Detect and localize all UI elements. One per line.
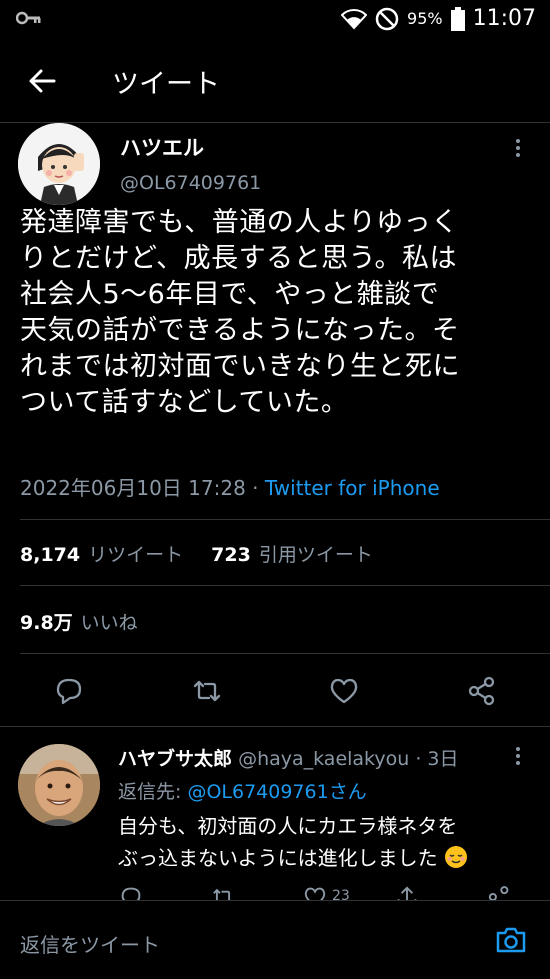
author-name[interactable]: ハツエル — [120, 132, 204, 162]
retweet-icon[interactable] — [190, 674, 224, 708]
reply-header: ハヤブサ太郎 @haya_kaelakyou · 3日 — [118, 744, 459, 771]
status-bar: 95% 11:07 — [0, 0, 550, 40]
reply-icon[interactable] — [52, 674, 86, 708]
wifi-icon — [341, 8, 368, 29]
key-icon — [16, 11, 41, 25]
tweet-source-link[interactable]: Twitter for iPhone — [265, 476, 440, 500]
back-arrow-icon[interactable] — [26, 64, 60, 98]
divider — [20, 653, 550, 654]
page-title: ツイート — [112, 69, 220, 100]
separator-dot: · — [252, 476, 259, 500]
camera-icon[interactable] — [494, 923, 528, 957]
reply-input-placeholder[interactable]: 返信をツイート — [20, 929, 160, 958]
tweet-actions — [0, 668, 550, 714]
more-options-icon[interactable] — [516, 136, 522, 160]
tweet-meta: 2022年06月10日 17:28 · Twitter for iPhone — [20, 472, 440, 501]
like-icon[interactable] — [327, 674, 361, 708]
reply-time: · 3日 — [415, 748, 459, 770]
divider — [0, 726, 550, 727]
reply-avatar[interactable] — [18, 744, 100, 826]
do-not-disturb-icon — [375, 7, 399, 30]
battery-percent: 95% — [407, 9, 443, 28]
clock: 11:07 — [472, 6, 536, 31]
divider — [20, 585, 550, 586]
reply-author-name[interactable]: ハヤブサ太郎 — [118, 748, 232, 770]
reply-to-mention[interactable]: @OL67409761さん — [187, 781, 366, 803]
relieved-face-emoji-icon — [444, 846, 467, 868]
reply-text: 自分も、初対面の人にカエラ様ネタを ぶっ込まないようには進化しました — [118, 810, 528, 874]
tweet-date: 2022年06月10日 17:28 — [20, 476, 246, 500]
like-stats[interactable]: 9.8万 いいね — [20, 608, 138, 635]
tweet-text: 発達障害でも、普通の人よりゆっく りとだけど、成長すると思う。私は 社会人5〜6… — [20, 207, 460, 418]
reply-more-options-icon[interactable] — [516, 744, 522, 768]
author-handle[interactable]: @OL67409761 — [120, 172, 261, 194]
reply-author-handle[interactable]: @haya_kaelakyou — [238, 748, 409, 770]
share-icon[interactable] — [465, 674, 499, 708]
top-bar: ツイート — [0, 40, 550, 123]
avatar[interactable] — [18, 123, 100, 205]
reply-compose-bar[interactable]: 返信をツイート — [0, 900, 550, 979]
retweet-stats[interactable]: 8,174 リツイート 723 引用ツイート — [20, 540, 373, 567]
divider — [20, 519, 550, 520]
battery-icon — [450, 6, 465, 31]
reply-to-line: 返信先: @OL67409761さん — [118, 781, 367, 803]
